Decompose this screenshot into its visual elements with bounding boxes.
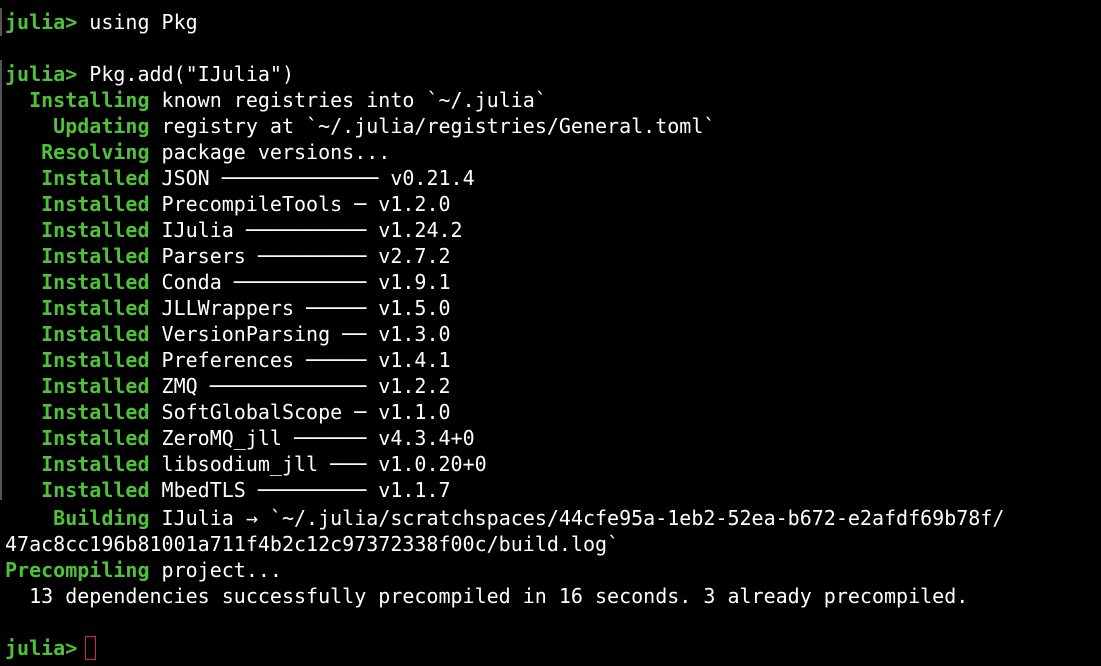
- julia-prompt: julia>: [5, 10, 78, 34]
- status-text: IJulia → `~/.julia/scratchspaces/44cfe95…: [149, 506, 1005, 530]
- status-keyword: Installed: [5, 166, 150, 190]
- package-entry: ZMQ ───────────── v1.2.2: [149, 374, 451, 398]
- terminal-line-installing: Installing known registries into `~/.jul…: [5, 87, 547, 113]
- status-keyword: Installed: [5, 452, 150, 476]
- terminal-line-resolving: Resolving package versions...: [5, 139, 390, 165]
- command-text: using Pkg: [77, 10, 198, 34]
- status-text: 13 dependencies successfully precompiled…: [5, 584, 969, 608]
- terminal-line-pkg-add: julia> Pkg.add("IJulia"): [5, 61, 294, 87]
- terminal-line-updating: Updating registry at `~/.julia/registrie…: [5, 113, 715, 139]
- status-keyword: Precompiling: [5, 558, 150, 582]
- terminal-line-installed-zeromq-jll: Installed ZeroMQ_jll ────── v4.3.4+0: [5, 425, 475, 451]
- status-text: registry at `~/.julia/registries/General…: [149, 114, 716, 138]
- status-keyword: Installed: [5, 270, 150, 294]
- status-keyword: Installed: [5, 322, 150, 346]
- status-keyword: Updating: [5, 114, 150, 138]
- terminal-line-installed-versionparsing: Installed VersionParsing ── v1.3.0: [5, 321, 451, 347]
- selection-gutter-mark: [0, 8, 2, 36]
- julia-prompt: julia>: [5, 62, 78, 86]
- terminal-line-installed-conda: Installed Conda ─────────── v1.9.1: [5, 269, 451, 295]
- package-entry: libsodium_jll ─── v1.0.20+0: [149, 452, 487, 476]
- terminal-line-active-prompt[interactable]: julia>: [5, 635, 97, 661]
- status-keyword: Building: [5, 506, 150, 530]
- package-entry: MbedTLS ───────── v1.1.7: [149, 478, 451, 502]
- status-keyword: Installed: [5, 192, 150, 216]
- status-keyword: Installed: [5, 374, 150, 398]
- status-text: package versions...: [149, 140, 391, 164]
- status-keyword: Installed: [5, 218, 150, 242]
- package-entry: Parsers ───────── v2.7.2: [149, 244, 451, 268]
- terminal-line-installed-parsers: Installed Parsers ───────── v2.7.2: [5, 243, 451, 269]
- terminal-line-using-pkg: julia> using Pkg: [5, 9, 198, 35]
- terminal-line-precompile-summary: 13 dependencies successfully precompiled…: [5, 583, 968, 609]
- package-entry: IJulia ────────── v1.24.2: [149, 218, 463, 242]
- terminal-line-installed-zmq: Installed ZMQ ───────────── v1.2.2: [5, 373, 451, 399]
- status-keyword: Installed: [5, 426, 150, 450]
- status-keyword: Installed: [5, 348, 150, 372]
- status-text: 47ac8cc196b81001a711f4b2c12c97372338f00c…: [5, 532, 620, 556]
- terminal-line-installed-softglobalscope: Installed SoftGlobalScope ─ v1.1.0: [5, 399, 451, 425]
- package-entry: Conda ─────────── v1.9.1: [149, 270, 451, 294]
- selection-gutter-mark: [0, 60, 2, 500]
- package-entry: ZeroMQ_jll ────── v4.3.4+0: [149, 426, 475, 450]
- status-keyword: Installed: [5, 296, 150, 320]
- status-keyword: Installed: [5, 244, 150, 268]
- package-entry: JLLWrappers ───── v1.5.0: [149, 296, 451, 320]
- package-entry: PrecompileTools ─ v1.2.0: [149, 192, 451, 216]
- terminal-line-installed-ijulia: Installed IJulia ────────── v1.24.2: [5, 217, 463, 243]
- julia-prompt: julia>: [5, 636, 78, 660]
- status-keyword: Resolving: [5, 140, 150, 164]
- terminal-line-installed-jllwrappers: Installed JLLWrappers ───── v1.5.0: [5, 295, 451, 321]
- terminal-line-installed-preferences: Installed Preferences ───── v1.4.1: [5, 347, 451, 373]
- terminal-window[interactable]: julia> using Pkg julia> Pkg.add("IJulia"…: [0, 0, 1101, 666]
- terminal-line-installed-precompiletools: Installed PrecompileTools ─ v1.2.0: [5, 191, 451, 217]
- terminal-cursor[interactable]: [85, 636, 97, 660]
- terminal-line-installed-mbedtls: Installed MbedTLS ───────── v1.1.7: [5, 477, 451, 503]
- package-entry: SoftGlobalScope ─ v1.1.0: [149, 400, 451, 424]
- status-keyword: Installing: [5, 88, 150, 112]
- package-entry: JSON ───────────── v0.21.4: [149, 166, 475, 190]
- package-entry: Preferences ───── v1.4.1: [149, 348, 451, 372]
- terminal-line-installed-libsodium-jll: Installed libsodium_jll ─── v1.0.20+0: [5, 451, 487, 477]
- terminal-line-building: Building IJulia → `~/.julia/scratchspace…: [5, 505, 1004, 531]
- status-keyword: Installed: [5, 478, 150, 502]
- status-text: project...: [149, 558, 282, 582]
- terminal-line-precompiling: Precompiling project...: [5, 557, 282, 583]
- terminal-line-installed-json: Installed JSON ───────────── v0.21.4: [5, 165, 475, 191]
- terminal-line-build-log-path: 47ac8cc196b81001a711f4b2c12c97372338f00c…: [5, 531, 619, 557]
- command-text: Pkg.add("IJulia"): [77, 62, 294, 86]
- status-text: known registries into `~/.julia`: [149, 88, 547, 112]
- status-keyword: Installed: [5, 400, 150, 424]
- package-entry: VersionParsing ── v1.3.0: [149, 322, 451, 346]
